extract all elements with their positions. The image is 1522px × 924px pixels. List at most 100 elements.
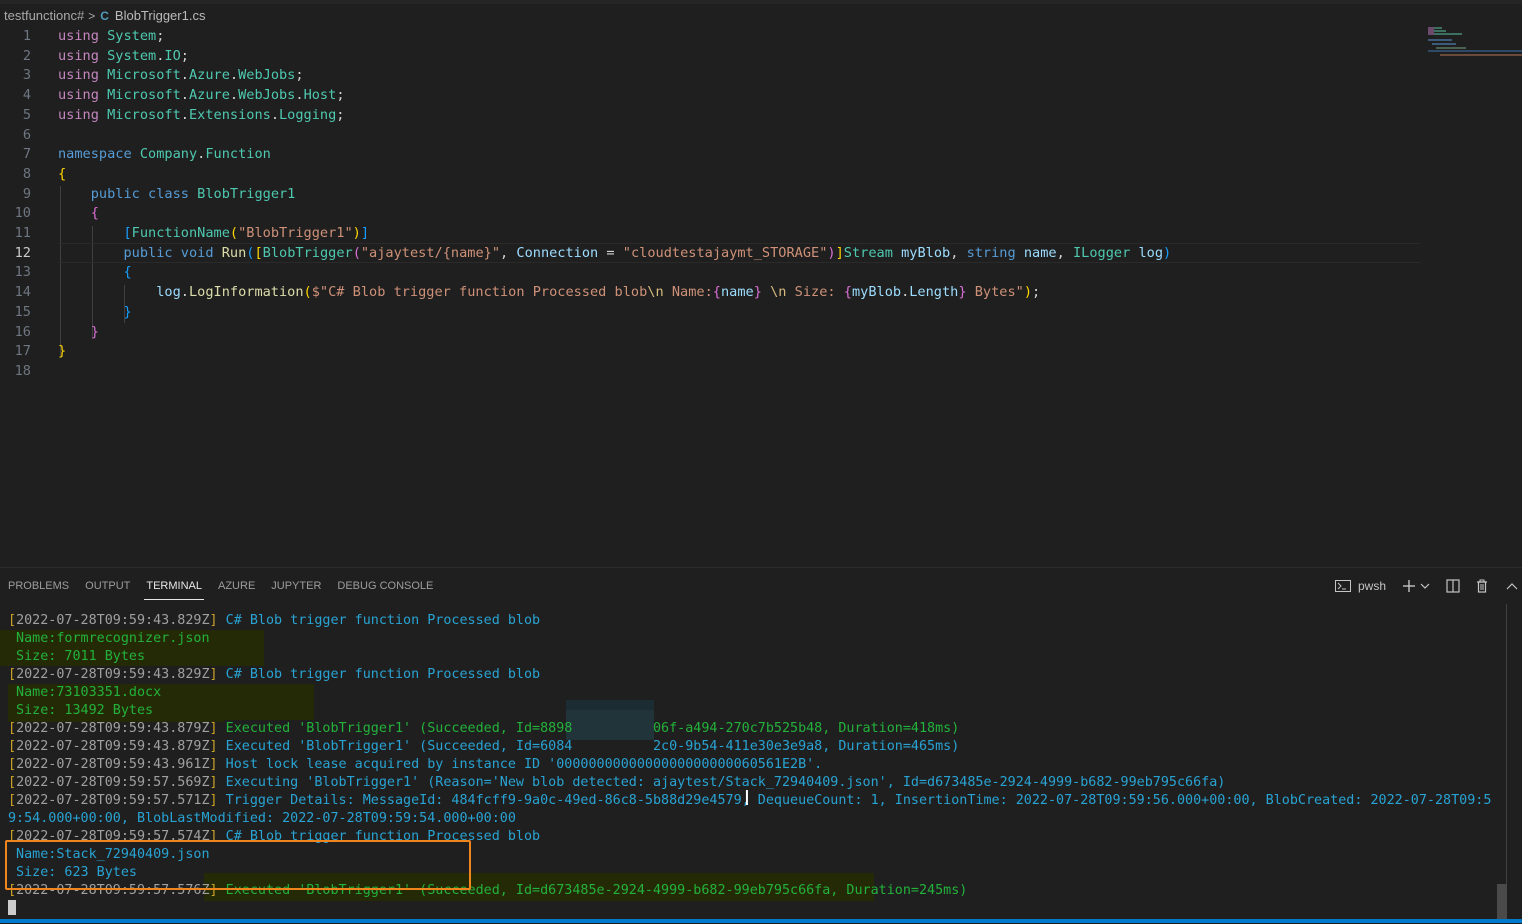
log-message: Name:73103351.docx bbox=[8, 685, 162, 700]
code-line[interactable]: 8{ bbox=[0, 164, 1420, 184]
code-text: public class BlobTrigger1 bbox=[58, 184, 296, 204]
code-token: { bbox=[843, 284, 852, 301]
text-cursor-ibeam-icon: I bbox=[744, 786, 750, 810]
log-message: C# Blob trigger function Processed blob bbox=[225, 613, 541, 628]
terminal-shell-name[interactable]: pwsh bbox=[1358, 579, 1386, 593]
code-token: { bbox=[90, 205, 99, 222]
log-message: Executed 'BlobTrigger1' (Succeeded, Id=6… bbox=[225, 739, 960, 754]
code-line[interactable]: 7 namespace Company.Function bbox=[0, 144, 1420, 164]
tab-terminal[interactable]: TERMINAL bbox=[144, 568, 204, 604]
code-token: using bbox=[58, 87, 99, 104]
tab-azure[interactable]: AZURE bbox=[218, 568, 255, 604]
code-token: Host bbox=[303, 87, 337, 104]
tab-debug-console[interactable]: DEBUG CONSOLE bbox=[337, 568, 433, 604]
breadcrumb-folder[interactable]: testfunctionc# bbox=[4, 6, 84, 26]
code-token: ; bbox=[180, 47, 189, 64]
code-token: using bbox=[58, 67, 99, 84]
terminal-line: Name:73103351.docx bbox=[8, 684, 161, 702]
code-line[interactable]: 14 log.LogInformation($"C# Blob trigger … bbox=[0, 282, 1420, 302]
log-timestamp: [2022-07-28T09:59:57.571Z] bbox=[8, 793, 226, 808]
log-timestamp: [2022-07-28T09:59:43.879Z] bbox=[8, 739, 226, 754]
code-line[interactable]: 9 public class BlobTrigger1 bbox=[0, 184, 1420, 204]
code-token: ; bbox=[336, 106, 345, 123]
code-line[interactable]: 17} bbox=[0, 341, 1420, 361]
line-number: 11 bbox=[14, 225, 31, 241]
tab-jupyter[interactable]: JUPYTER bbox=[271, 568, 321, 604]
code-token: ; bbox=[1032, 284, 1041, 301]
line-number: 17 bbox=[14, 343, 31, 360]
title-strip bbox=[0, 0, 1522, 4]
code-line[interactable]: 12 public void Run([BlobTrigger("ajaytes… bbox=[0, 242, 1420, 263]
terminal-cursor bbox=[8, 900, 16, 915]
code-token: { bbox=[58, 165, 67, 182]
code-text: } bbox=[58, 322, 99, 342]
code-token: using bbox=[58, 28, 99, 44]
minimap[interactable] bbox=[1426, 26, 1522, 66]
code-line[interactable]: 1 using System; bbox=[0, 26, 1420, 46]
status-bar bbox=[0, 919, 1522, 923]
code-token: . bbox=[270, 106, 279, 123]
code-text: using System.IO; bbox=[58, 46, 189, 66]
code-line[interactable]: 3 using Microsoft.Azure.WebJobs; bbox=[0, 65, 1420, 85]
code-text: log.LogInformation($"C# Blob trigger fun… bbox=[58, 282, 1040, 302]
log-message: Size: 7011 Bytes bbox=[8, 649, 146, 664]
log-timestamp: [2022-07-28T09:59:57.569Z] bbox=[8, 775, 226, 790]
code-line[interactable]: 2 using System.IO; bbox=[0, 46, 1420, 66]
breadcrumb-file[interactable]: BlobTrigger1.cs bbox=[115, 6, 206, 26]
code-token: Microsoft bbox=[107, 87, 181, 104]
line-number: 2 bbox=[22, 47, 31, 64]
code-line[interactable]: 5 using Microsoft.Extensions.Logging; bbox=[0, 105, 1420, 125]
maximize-panel-icon[interactable] bbox=[1506, 575, 1518, 597]
code-line[interactable]: 10 { bbox=[0, 203, 1420, 223]
log-message: Trigger Details: MessageId: 484fcff9-9a0… bbox=[225, 793, 1492, 808]
code-token: $"C# Blob trigger function Processed blo… bbox=[311, 284, 648, 301]
code-line[interactable]: 11 [FunctionName("BlobTrigger1")] bbox=[0, 223, 1420, 243]
code-text: public void Run([BlobTrigger("ajaytest/{… bbox=[58, 243, 1171, 263]
split-terminal-icon[interactable] bbox=[1446, 575, 1460, 597]
code-line[interactable]: 6 bbox=[0, 125, 1420, 145]
code-line[interactable]: 15 } bbox=[0, 302, 1420, 322]
line-number: 6 bbox=[22, 126, 31, 143]
code-token: Name: bbox=[663, 284, 713, 301]
terminal-icon[interactable] bbox=[1334, 575, 1352, 597]
line-number: 10 bbox=[14, 205, 31, 222]
log-message: Executing 'BlobTrigger1' (Reason='New bl… bbox=[225, 775, 1226, 790]
code-text: using System; bbox=[58, 26, 164, 46]
code-token: Logging bbox=[279, 106, 337, 123]
code-token: ) bbox=[827, 244, 836, 261]
code-token: ( bbox=[352, 244, 361, 261]
terminal-line: [2022-07-28T09:59:43.829Z] C# Blob trigg… bbox=[8, 666, 540, 684]
terminal-line: Size: 13492 Bytes bbox=[8, 702, 153, 720]
code-token: WebJobs bbox=[238, 67, 296, 84]
code-token: myBlob bbox=[901, 244, 951, 261]
add-terminal-icon[interactable] bbox=[1402, 575, 1416, 597]
code-line[interactable]: 4 using Microsoft.Azure.WebJobs.Host; bbox=[0, 85, 1420, 105]
code-token: } bbox=[90, 323, 99, 340]
code-line[interactable]: 16 } bbox=[0, 322, 1420, 342]
tab-output[interactable]: OUTPUT bbox=[85, 568, 130, 604]
code-text: [FunctionName("BlobTrigger1")] bbox=[58, 223, 369, 243]
tab-problems[interactable]: PROBLEMS bbox=[8, 568, 69, 604]
code-token: LogInformation bbox=[188, 284, 304, 301]
code-token: [ bbox=[254, 244, 263, 261]
code-token: { bbox=[123, 264, 132, 281]
code-editor[interactable]: 1 using System; 2 using System.IO; 3 using Mi… bbox=[0, 26, 1420, 556]
code-token: = bbox=[598, 244, 623, 261]
terminal-scrollbar-thumb[interactable] bbox=[1497, 884, 1507, 922]
code-token: ( bbox=[303, 284, 312, 301]
code-token: \n bbox=[770, 284, 787, 301]
dropdown-chevron-icon[interactable] bbox=[1420, 575, 1430, 597]
panel-toolbar: pwsh bbox=[1330, 568, 1522, 604]
code-line[interactable]: 13 { bbox=[0, 262, 1420, 282]
terminal-scrollbar-track[interactable] bbox=[1506, 604, 1507, 922]
trash-icon[interactable] bbox=[1476, 575, 1488, 597]
code-text: } bbox=[58, 302, 131, 322]
code-line[interactable]: 18 bbox=[0, 361, 1420, 381]
code-token: Microsoft bbox=[107, 67, 181, 84]
